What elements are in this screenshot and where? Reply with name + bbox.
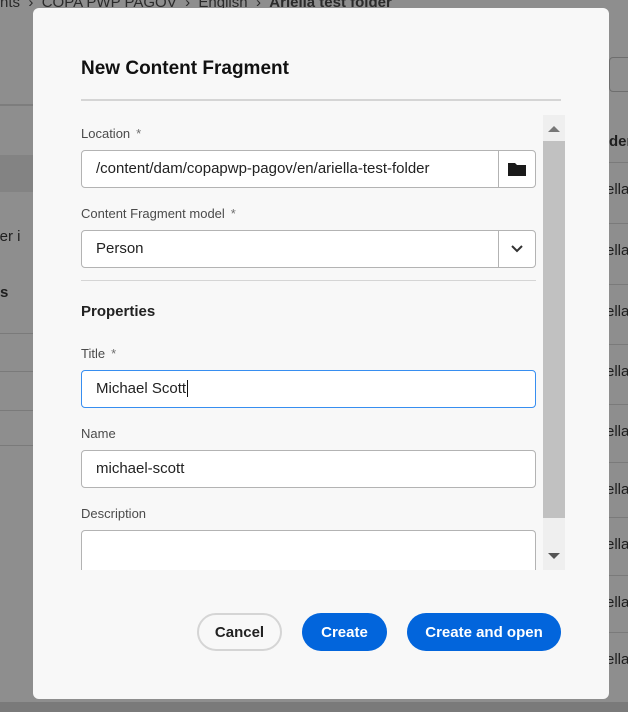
folder-icon [508,163,526,176]
create-button[interactable]: Create [302,613,387,651]
table-row[interactable]: ella [606,536,628,553]
search-input[interactable] [609,57,628,92]
table-row[interactable]: ella [606,481,628,498]
scrollbar[interactable] [543,115,565,570]
table-row[interactable]: ella [606,363,628,380]
table-row[interactable]: ella [606,423,628,440]
breadcrumb-item[interactable]: nts [0,0,20,11]
name-value: michael-scott [96,460,185,477]
required-icon: * [136,126,142,141]
row-divider [609,575,628,576]
left-text: lder i [0,228,21,245]
selected-nav-item[interactable] [0,155,33,192]
row-divider [609,162,628,163]
table-row[interactable]: ella [606,594,628,611]
text-cursor [187,380,189,397]
description-label: Description [81,506,147,521]
scroll-up-icon[interactable] [548,125,560,132]
model-dropdown-button[interactable] [498,231,535,267]
divider [81,99,561,101]
name-input[interactable]: michael-scott [81,450,536,488]
table-row[interactable]: ella [606,242,628,259]
properties-heading: Properties [81,303,156,320]
title-input[interactable]: Michael Scott [81,370,536,408]
required-icon: * [230,206,236,221]
table-row[interactable]: ella [606,303,628,320]
model-select[interactable]: Person [81,230,536,268]
scrollbar-thumb[interactable] [543,141,565,518]
dialog-title: New Content Fragment [81,58,289,79]
table-row[interactable]: ella [606,651,628,668]
row-divider [609,404,628,405]
location-field[interactable]: /content/dam/copapwp-pagov/en/ariella-te… [81,150,536,188]
location-label: Location [81,126,131,141]
column-header: der [609,133,628,150]
row-divider [609,223,628,224]
left-text: s [0,284,9,301]
row-divider [609,284,628,285]
scroll-down-icon[interactable] [548,553,560,560]
model-label: Content Fragment model [81,206,225,221]
new-content-fragment-dialog: New Content Fragment Location * /content/… [33,8,609,699]
divider [0,104,33,106]
create-and-open-button[interactable]: Create and open [407,613,561,651]
title-value: Michael Scott [96,380,187,397]
name-label: Name [81,426,116,441]
title-label: Title [81,346,106,361]
description-textarea[interactable] [81,530,536,570]
location-value: /content/dam/copapwp-pagov/en/ariella-te… [96,160,430,177]
bottom-bar [0,702,628,712]
model-value: Person [96,240,144,257]
row-divider [609,344,628,345]
table-row[interactable]: ella [606,181,628,198]
required-icon: * [111,346,117,361]
row-divider [609,632,628,633]
chevron-down-icon [511,245,523,253]
row-divider [609,462,628,463]
cancel-button[interactable]: Cancel [197,613,282,651]
browse-folder-button[interactable] [498,151,535,187]
row-divider [609,517,628,518]
divider [81,280,536,281]
